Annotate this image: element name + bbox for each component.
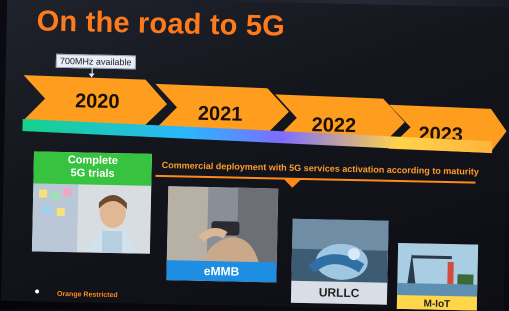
deployment-arrow-icon	[283, 178, 302, 188]
card-label-emmb: eMMB	[166, 260, 277, 283]
card-miot: M-IoT	[396, 243, 479, 311]
card-5g-trials: Complete 5G trials	[31, 151, 152, 254]
card-label-text: Complete 5G trials	[67, 154, 119, 181]
bullet-dot-icon	[35, 289, 40, 294]
card-label-miot: M-IoT	[396, 294, 478, 311]
timeline-year-2021: 2021	[197, 102, 243, 126]
card-label-urllc: URLLC	[290, 280, 388, 305]
card-label-5g-trials: Complete 5G trials	[33, 151, 152, 186]
presentation-slide: On the road to 5G 700MHz available 2020 …	[0, 0, 509, 311]
footer-restricted: Orange Restricted	[56, 290, 118, 300]
card-urllc: URLLC	[290, 218, 389, 305]
card-emmb: eMMB	[166, 186, 279, 283]
timeline-year-2020: 2020	[74, 90, 120, 114]
